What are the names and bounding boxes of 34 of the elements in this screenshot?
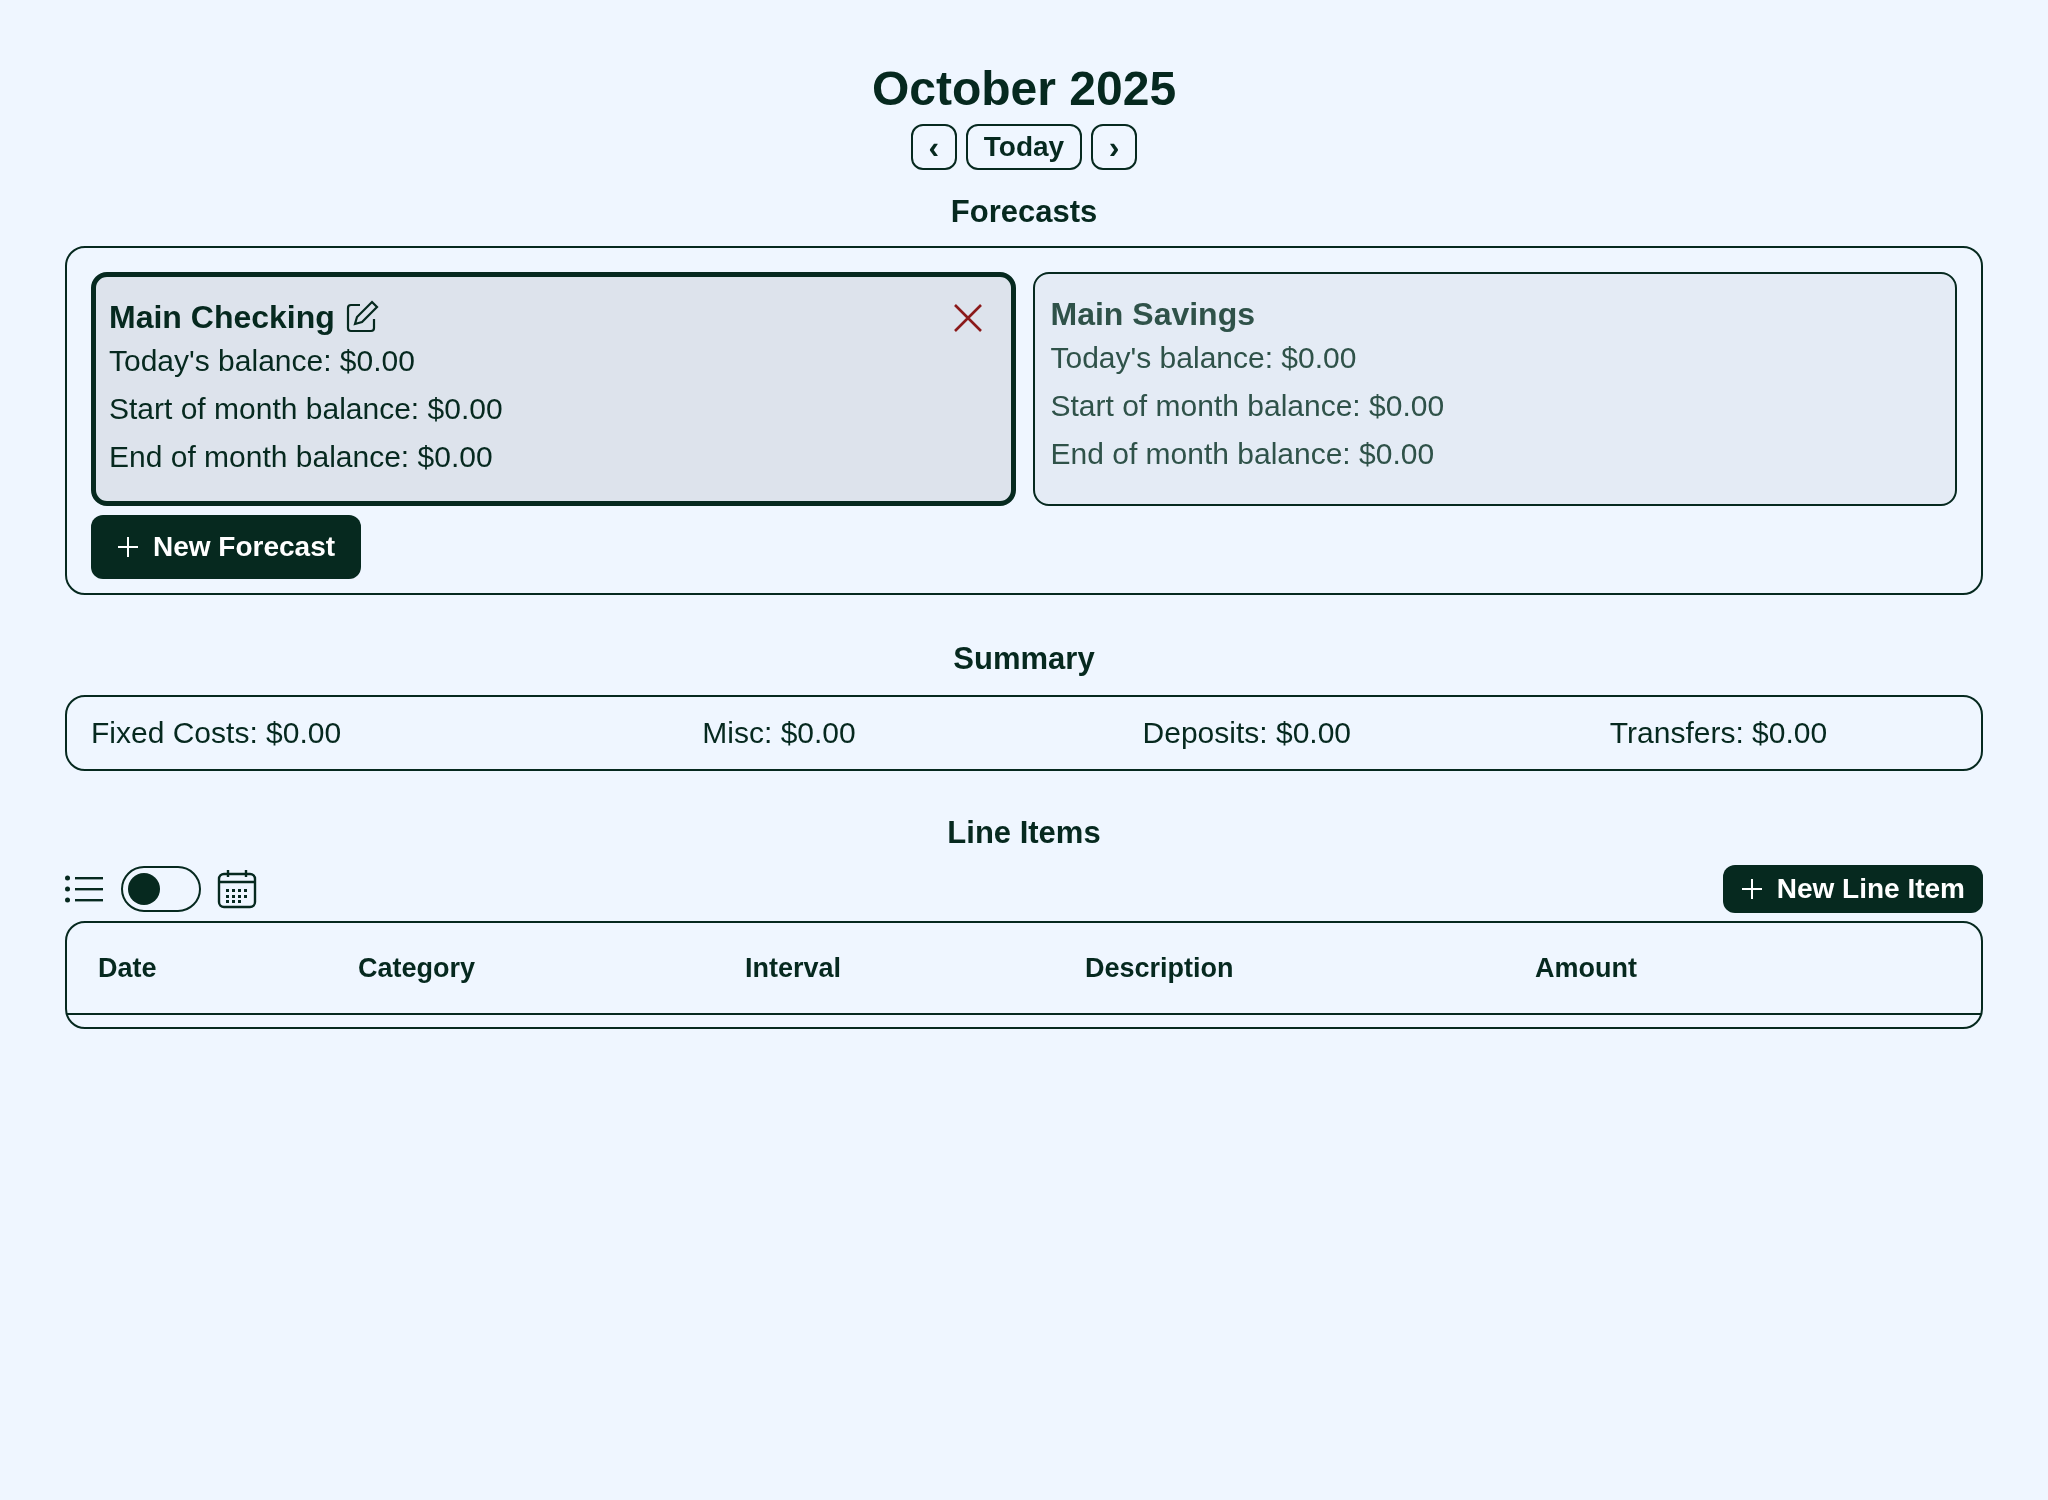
new-forecast-button[interactable]: New Forecast <box>91 515 362 579</box>
summary-total: Transfers: $0.00 <box>1609 716 1829 750</box>
calendar-icon[interactable] <box>217 869 257 909</box>
summary-total: Misc: $0.00 <box>702 716 857 750</box>
list-icon[interactable] <box>65 875 103 903</box>
balance-text: Start of month balance: $0.00 <box>109 391 504 427</box>
balance-text: End of month balance: $0.00 <box>109 439 494 475</box>
column-header[interactable]: Date <box>98 952 358 984</box>
balance-text: Start of month balance: $0.00 <box>1050 388 1446 424</box>
plus-icon <box>1740 878 1763 900</box>
section-heading: Forecasts <box>949 193 1099 231</box>
forecast-name: Main Savings <box>1050 295 1255 334</box>
next-month-button[interactable]: › <box>1091 124 1138 170</box>
balance-text: End of month balance: $0.00 <box>1050 436 1436 472</box>
close-icon[interactable] <box>952 303 983 333</box>
new-line-item-button[interactable]: New Line Item <box>1722 865 1983 913</box>
section-heading: Summary <box>952 640 1096 678</box>
forecast-name: Main Checking <box>109 298 335 337</box>
plus-icon <box>117 536 139 558</box>
section-heading: Line Items <box>946 814 1102 852</box>
edit-icon[interactable] <box>344 300 379 334</box>
balance-text: Today's balance: $0.00 <box>109 343 416 379</box>
view-toggle[interactable] <box>121 866 201 912</box>
column-header[interactable]: Category <box>358 952 745 984</box>
month-title: October 2025 <box>871 61 1177 117</box>
column-header[interactable]: Interval <box>745 952 1085 984</box>
column-header[interactable]: Description <box>1085 952 1535 984</box>
previous-month-button[interactable]: ‹ <box>910 124 957 170</box>
forecast-card[interactable]: Main Savings Today's balance: $0.00 Start of month balance: $0.00 End of month balance: $0.00 <box>1032 272 1957 506</box>
balance-text: Today's balance: $0.00 <box>1050 340 1358 376</box>
summary-total: Fixed Costs: $0.00 <box>91 716 343 750</box>
column-header[interactable]: Amount <box>1535 952 1981 984</box>
today-button[interactable]: Today <box>965 124 1083 170</box>
summary-total: Deposits: $0.00 <box>1142 716 1353 750</box>
